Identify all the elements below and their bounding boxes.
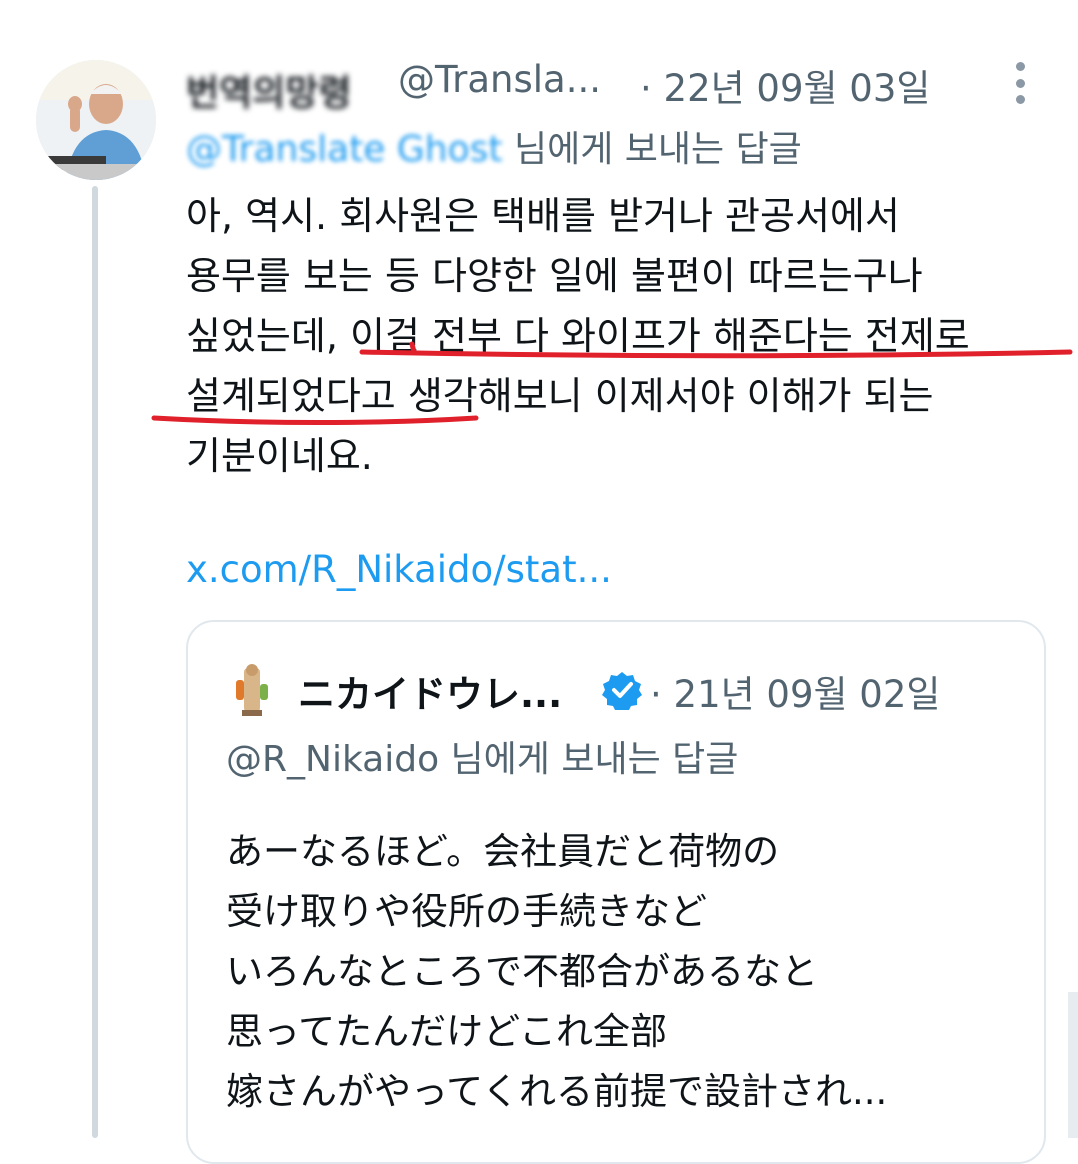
more-dot <box>1015 95 1025 104</box>
quoted-avatar-icon <box>236 664 268 716</box>
tweet-body-line: 싶었는데, 이걸 전부 다 와이프가 해준다는 전제로 <box>186 314 970 358</box>
more-vertical-icon[interactable] <box>1008 62 1032 104</box>
user-handle[interactable]: @Transla... <box>398 58 601 101</box>
more-dot <box>1015 78 1025 88</box>
reply-to-suffix: 님에게 보내는 답글 <box>502 129 802 170</box>
quoted-body-line: あーなるほど。会社員だと荷物の <box>226 830 780 873</box>
quoted-body: あーなるほど。会社員だと荷物の 受け取りや役所の手続きなど いろんなところで不都… <box>226 822 887 1122</box>
more-dot <box>1015 62 1025 71</box>
tweet-body-line: 용무를 보는 등 다양한 일에 불편이 따르는구나 <box>186 254 923 298</box>
tweet-body-line: 아, 역시. 회사원은 택배를 받거나 관공서에서 <box>186 194 900 238</box>
tweet-link[interactable]: x.com/R_Nikaido/stat... <box>186 548 612 591</box>
display-name-text: 번역의망령 <box>186 73 352 114</box>
quoted-display-name[interactable]: ニカイドウレ... <box>298 664 562 718</box>
quoted-body-line: いろんなところで不都合があるなと <box>226 950 818 993</box>
verified-badge-icon <box>602 672 642 710</box>
quoted-body-line: 嫁さんがやってくれる前提で設計され... <box>226 1070 888 1113</box>
quoted-body-line: 受け取りや役所の手続きなど <box>226 890 707 933</box>
scroll-edge <box>1068 992 1078 1138</box>
reply-to-line: @Translate Ghost 님에게 보내는 답글 <box>186 120 802 172</box>
quoted-date[interactable]: · 21년 09월 02일 <box>650 664 940 718</box>
tweet-body-line: 기분이네요. <box>186 434 373 478</box>
quoted-body-line: 思ってたんだけどこれ全部 <box>226 1010 668 1053</box>
avatar-photo <box>36 60 156 180</box>
thread-line <box>92 186 98 1138</box>
reply-to-mention[interactable]: @Translate Ghost <box>186 129 503 170</box>
quoted-avatar[interactable] <box>232 662 272 718</box>
tweet-body: 아, 역시. 회사원은 택배를 받거나 관공서에서 용무를 보는 등 다양한 일… <box>186 186 1066 486</box>
avatar[interactable] <box>36 60 156 180</box>
quoted-reply-to: @R_Nikaido 님에게 보내는 답글 <box>226 739 739 780</box>
quoted-tweet-card[interactable]: ニカイドウレ... · 21년 09월 02일 @R_Nikaido 님에게 보… <box>186 620 1046 1164</box>
display-name[interactable]: 번역의망령 <box>186 64 386 114</box>
tweet-body-line: 설계되었다고 생각해보니 이제서야 이해가 되는 <box>186 374 934 418</box>
tweet-date[interactable]: · 22년 09월 03일 <box>640 58 930 112</box>
